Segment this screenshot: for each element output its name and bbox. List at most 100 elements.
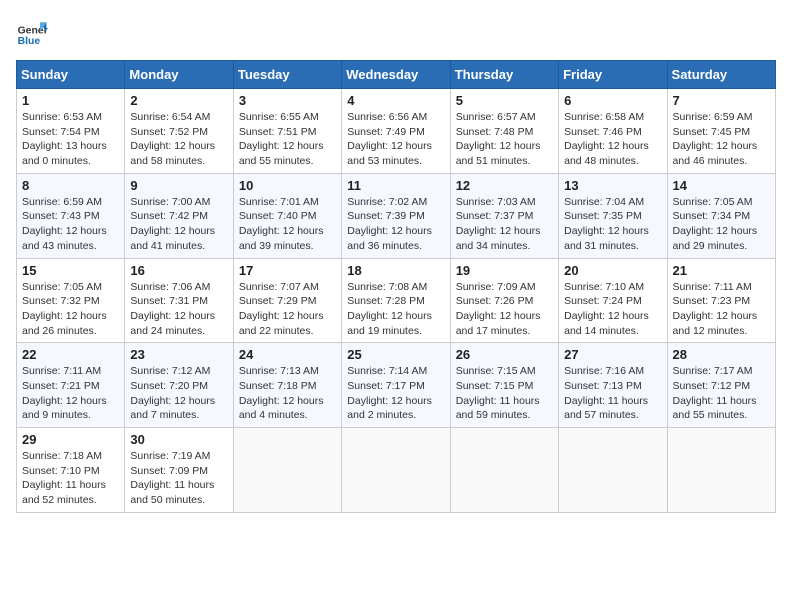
calendar-cell: 19 Sunrise: 7:09 AMSunset: 7:26 PMDayligh… <box>450 258 558 343</box>
day-number: 8 <box>22 178 119 193</box>
day-info: Sunrise: 7:11 AMSunset: 7:21 PMDaylight:… <box>22 364 119 423</box>
day-info: Sunrise: 7:19 AMSunset: 7:09 PMDaylight:… <box>130 449 227 508</box>
calendar-cell: 23 Sunrise: 7:12 AMSunset: 7:20 PMDayligh… <box>125 343 233 428</box>
calendar-cell: 17 Sunrise: 7:07 AMSunset: 7:29 PMDayligh… <box>233 258 341 343</box>
calendar-cell: 18 Sunrise: 7:08 AMSunset: 7:28 PMDayligh… <box>342 258 450 343</box>
day-info: Sunrise: 6:55 AMSunset: 7:51 PMDaylight:… <box>239 110 336 169</box>
day-info: Sunrise: 6:54 AMSunset: 7:52 PMDaylight:… <box>130 110 227 169</box>
day-number: 26 <box>456 347 553 362</box>
day-info: Sunrise: 7:15 AMSunset: 7:15 PMDaylight:… <box>456 364 553 423</box>
day-number: 30 <box>130 432 227 447</box>
calendar-cell: 25 Sunrise: 7:14 AMSunset: 7:17 PMDayligh… <box>342 343 450 428</box>
calendar-cell: 14 Sunrise: 7:05 AMSunset: 7:34 PMDayligh… <box>667 173 775 258</box>
day-number: 1 <box>22 93 119 108</box>
logo: General Blue <box>16 16 48 48</box>
day-info: Sunrise: 7:18 AMSunset: 7:10 PMDaylight:… <box>22 449 119 508</box>
calendar-cell: 28Sunrise: 7:17 AMSunset: 7:12 PMDayligh… <box>667 343 775 428</box>
day-number: 27 <box>564 347 661 362</box>
day-info: Sunrise: 6:53 AMSunset: 7:54 PMDaylight:… <box>22 110 119 169</box>
weekday-header-monday: Monday <box>125 61 233 89</box>
logo-icon: General Blue <box>16 16 48 48</box>
day-info: Sunrise: 7:13 AMSunset: 7:18 PMDaylight:… <box>239 364 336 423</box>
day-info: Sunrise: 7:02 AMSunset: 7:39 PMDaylight:… <box>347 195 444 254</box>
day-number: 6 <box>564 93 661 108</box>
day-number: 3 <box>239 93 336 108</box>
day-number: 17 <box>239 263 336 278</box>
day-number: 19 <box>456 263 553 278</box>
calendar-cell: 13 Sunrise: 7:04 AMSunset: 7:35 PMDayligh… <box>559 173 667 258</box>
day-number: 7 <box>673 93 770 108</box>
page-header: General Blue <box>16 16 776 48</box>
day-number: 10 <box>239 178 336 193</box>
day-info: Sunrise: 7:03 AMSunset: 7:37 PMDaylight:… <box>456 195 553 254</box>
calendar-cell: 27 Sunrise: 7:16 AMSunset: 7:13 PMDayligh… <box>559 343 667 428</box>
calendar-week-1: 1 Sunrise: 6:53 AMSunset: 7:54 PMDaylight… <box>17 89 776 174</box>
calendar-cell: 21Sunrise: 7:11 AMSunset: 7:23 PMDayligh… <box>667 258 775 343</box>
calendar-cell <box>559 428 667 513</box>
day-info: Sunrise: 7:06 AMSunset: 7:31 PMDaylight:… <box>130 280 227 339</box>
day-info: Sunrise: 7:16 AMSunset: 7:13 PMDaylight:… <box>564 364 661 423</box>
calendar-cell: 26 Sunrise: 7:15 AMSunset: 7:15 PMDayligh… <box>450 343 558 428</box>
weekday-header-wednesday: Wednesday <box>342 61 450 89</box>
calendar-cell: 16 Sunrise: 7:06 AMSunset: 7:31 PMDayligh… <box>125 258 233 343</box>
day-info: Sunrise: 7:12 AMSunset: 7:20 PMDaylight:… <box>130 364 227 423</box>
calendar-cell: 2 Sunrise: 6:54 AMSunset: 7:52 PMDaylight… <box>125 89 233 174</box>
day-info: Sunrise: 6:56 AMSunset: 7:49 PMDaylight:… <box>347 110 444 169</box>
day-number: 15 <box>22 263 119 278</box>
day-number: 23 <box>130 347 227 362</box>
calendar-cell: 24 Sunrise: 7:13 AMSunset: 7:18 PMDayligh… <box>233 343 341 428</box>
day-number: 24 <box>239 347 336 362</box>
calendar-cell: 4Sunrise: 6:56 AMSunset: 7:49 PMDaylight… <box>342 89 450 174</box>
day-info: Sunrise: 7:14 AMSunset: 7:17 PMDaylight:… <box>347 364 444 423</box>
calendar-cell: 11Sunrise: 7:02 AMSunset: 7:39 PMDayligh… <box>342 173 450 258</box>
day-info: Sunrise: 7:04 AMSunset: 7:35 PMDaylight:… <box>564 195 661 254</box>
day-number: 18 <box>347 263 444 278</box>
calendar-cell: 9Sunrise: 7:00 AMSunset: 7:42 PMDaylight… <box>125 173 233 258</box>
day-number: 14 <box>673 178 770 193</box>
day-info: Sunrise: 6:57 AMSunset: 7:48 PMDaylight:… <box>456 110 553 169</box>
day-number: 25 <box>347 347 444 362</box>
calendar-cell: 29 Sunrise: 7:18 AMSunset: 7:10 PMDayligh… <box>17 428 125 513</box>
day-info: Sunrise: 7:09 AMSunset: 7:26 PMDaylight:… <box>456 280 553 339</box>
weekday-header-saturday: Saturday <box>667 61 775 89</box>
calendar-cell: 5Sunrise: 6:57 AMSunset: 7:48 PMDaylight… <box>450 89 558 174</box>
calendar-cell: 7 Sunrise: 6:59 AMSunset: 7:45 PMDaylight… <box>667 89 775 174</box>
calendar-cell: 1 Sunrise: 6:53 AMSunset: 7:54 PMDaylight… <box>17 89 125 174</box>
calendar-cell: 10 Sunrise: 7:01 AMSunset: 7:40 PMDayligh… <box>233 173 341 258</box>
day-number: 9 <box>130 178 227 193</box>
calendar-cell: 20 Sunrise: 7:10 AMSunset: 7:24 PMDayligh… <box>559 258 667 343</box>
day-info: Sunrise: 7:07 AMSunset: 7:29 PMDaylight:… <box>239 280 336 339</box>
day-number: 29 <box>22 432 119 447</box>
weekday-header-friday: Friday <box>559 61 667 89</box>
weekday-header-tuesday: Tuesday <box>233 61 341 89</box>
day-number: 20 <box>564 263 661 278</box>
calendar-cell <box>667 428 775 513</box>
day-info: Sunrise: 7:05 AMSunset: 7:34 PMDaylight:… <box>673 195 770 254</box>
calendar-cell: 8Sunrise: 6:59 AMSunset: 7:43 PMDaylight… <box>17 173 125 258</box>
calendar-cell: 3 Sunrise: 6:55 AMSunset: 7:51 PMDaylight… <box>233 89 341 174</box>
day-number: 13 <box>564 178 661 193</box>
day-info: Sunrise: 7:01 AMSunset: 7:40 PMDaylight:… <box>239 195 336 254</box>
day-number: 12 <box>456 178 553 193</box>
day-number: 22 <box>22 347 119 362</box>
day-info: Sunrise: 6:59 AMSunset: 7:45 PMDaylight:… <box>673 110 770 169</box>
calendar-cell <box>342 428 450 513</box>
calendar-cell: 6 Sunrise: 6:58 AMSunset: 7:46 PMDaylight… <box>559 89 667 174</box>
day-info: Sunrise: 7:17 AMSunset: 7:12 PMDaylight:… <box>673 364 770 423</box>
day-number: 2 <box>130 93 227 108</box>
calendar-cell <box>233 428 341 513</box>
day-info: Sunrise: 7:08 AMSunset: 7:28 PMDaylight:… <box>347 280 444 339</box>
day-number: 21 <box>673 263 770 278</box>
calendar-cell: 12 Sunrise: 7:03 AMSunset: 7:37 PMDayligh… <box>450 173 558 258</box>
calendar-week-5: 29 Sunrise: 7:18 AMSunset: 7:10 PMDayligh… <box>17 428 776 513</box>
calendar-week-3: 15Sunrise: 7:05 AMSunset: 7:32 PMDayligh… <box>17 258 776 343</box>
weekday-header-sunday: Sunday <box>17 61 125 89</box>
calendar-cell <box>450 428 558 513</box>
day-number: 16 <box>130 263 227 278</box>
day-info: Sunrise: 7:10 AMSunset: 7:24 PMDaylight:… <box>564 280 661 339</box>
weekday-header-thursday: Thursday <box>450 61 558 89</box>
calendar-cell: 30 Sunrise: 7:19 AMSunset: 7:09 PMDayligh… <box>125 428 233 513</box>
calendar-week-4: 22 Sunrise: 7:11 AMSunset: 7:21 PMDayligh… <box>17 343 776 428</box>
calendar-cell: 15Sunrise: 7:05 AMSunset: 7:32 PMDayligh… <box>17 258 125 343</box>
day-info: Sunrise: 6:58 AMSunset: 7:46 PMDaylight:… <box>564 110 661 169</box>
